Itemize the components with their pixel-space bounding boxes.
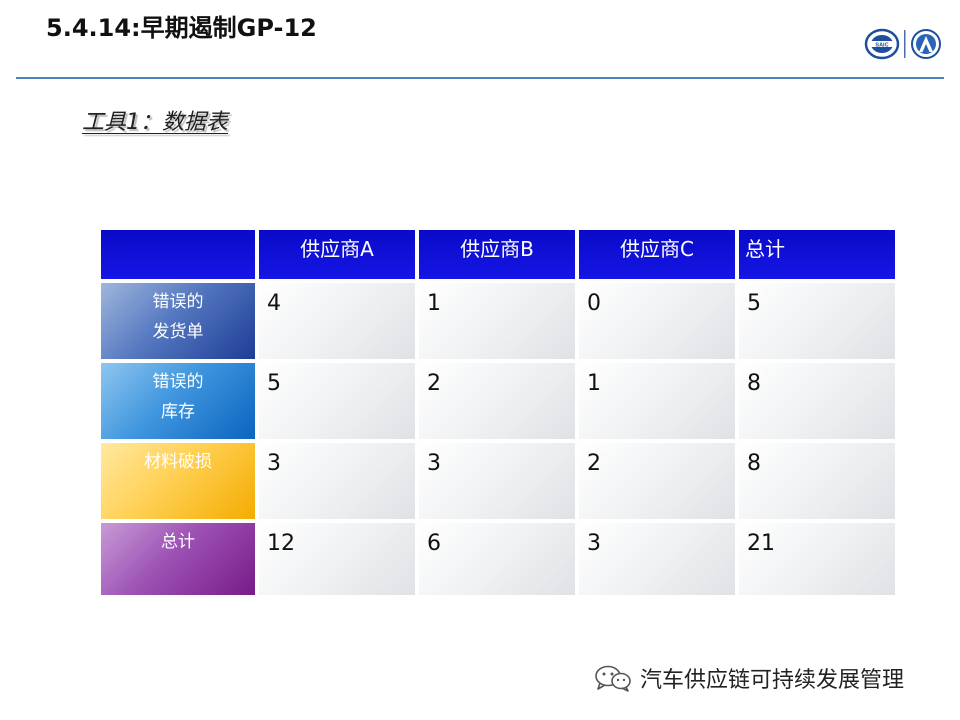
table-cell: 1: [419, 283, 575, 359]
logo-divider: [904, 30, 906, 58]
row-label-material-damage: 材料破损: [101, 443, 255, 519]
table-cell: 3: [579, 523, 735, 595]
table-cell: 4: [259, 283, 415, 359]
table-cell: 0: [579, 283, 735, 359]
header-cell-supplier-b: 供应商B: [419, 230, 575, 279]
table-row: 总计 12 6 3 21: [101, 523, 895, 595]
table-header-row: 供应商A 供应商B 供应商C 总计: [101, 230, 895, 279]
data-table: 供应商A 供应商B 供应商C 总计 错误的 发货单 4 1 0 5 错误的 库存 5…: [97, 226, 899, 599]
table-cell: 1: [579, 363, 735, 439]
footer-text: 汽车供应链可持续发展管理: [640, 668, 905, 693]
row-label-wrong-inventory: 错误的 库存: [101, 363, 255, 439]
table-cell: 6: [419, 523, 575, 595]
row-label-total: 总计: [101, 523, 255, 595]
table-cell: 12: [259, 523, 415, 595]
table-cell: 2: [579, 443, 735, 519]
table-cell: 8: [739, 363, 895, 439]
footer-watermark: 汽车供应链可持续发展管理: [594, 662, 904, 694]
wechat-icon: [595, 665, 631, 692]
table-row: 材料破损 3 3 2 8: [101, 443, 895, 519]
table-cell: 3: [259, 443, 415, 519]
header-cell-supplier-a: 供应商A: [259, 230, 415, 279]
table-row: 错误的 库存 5 2 1 8: [101, 363, 895, 439]
row-label-wrong-shipment: 错误的 发货单: [101, 283, 255, 359]
table-cell: 5: [739, 283, 895, 359]
header-cell-supplier-c: 供应商C: [579, 230, 735, 279]
saic-logo: SAIC: [864, 28, 900, 60]
table-cell: 3: [419, 443, 575, 519]
table-cell: 8: [739, 443, 895, 519]
title-divider: [16, 77, 944, 79]
header-logos: SAIC: [864, 26, 944, 62]
header-cell-empty: [101, 230, 255, 279]
table-cell: 2: [419, 363, 575, 439]
svg-text:SAIC: SAIC: [875, 43, 888, 49]
header-cell-total: 总计: [739, 230, 895, 279]
slide-title: 5.4.14:早期遏制GP-12: [46, 14, 317, 42]
table-row: 错误的 发货单 4 1 0 5: [101, 283, 895, 359]
table-cell: 21: [739, 523, 895, 595]
subtitle: 工具1：数据表: [82, 110, 228, 135]
table-cell: 5: [259, 363, 415, 439]
brand-a-logo: [911, 29, 941, 59]
